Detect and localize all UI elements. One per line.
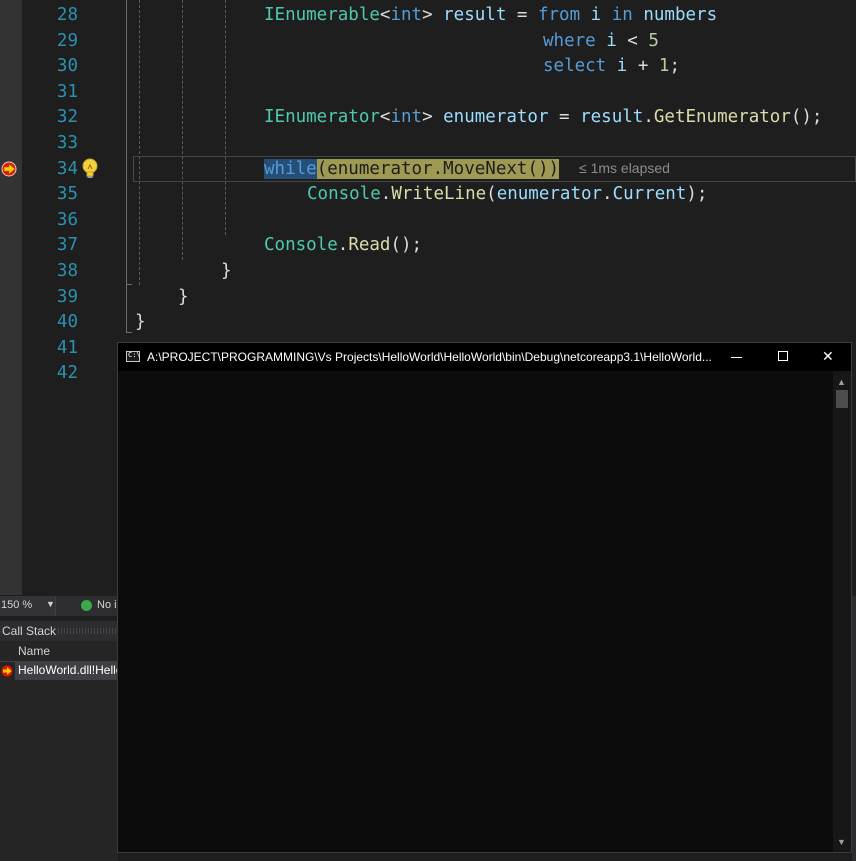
console-window[interactable]: C:\ A:\PROJECT\PROGRAMMING\Vs Projects\H… <box>117 342 852 853</box>
outline-bracket <box>126 284 132 285</box>
line-number: 32 <box>56 107 78 128</box>
line-number: 34 <box>56 158 78 179</box>
code-line-29[interactable]: where i < 5 <box>543 29 659 55</box>
frame-name: HelloWorld.dll!HelloWorld.Program.Main <box>18 663 118 677</box>
lightbulb-icon[interactable] <box>80 157 100 181</box>
indicator-margin[interactable] <box>0 0 22 595</box>
line-number: 39 <box>56 286 78 307</box>
line-number: 35 <box>56 184 78 205</box>
line-number: 30 <box>56 56 78 77</box>
panel-grip[interactable] <box>58 628 118 634</box>
maximize-button[interactable] <box>760 343 806 371</box>
indent-guide <box>139 0 140 285</box>
side-panel-edge <box>852 596 856 861</box>
line-number: 33 <box>56 133 78 153</box>
editor-status-bar: 150 % ▼ No i <box>0 596 118 616</box>
line-number: 38 <box>56 261 78 281</box>
outline-bracket <box>126 332 132 333</box>
line-number: 36 <box>56 209 78 230</box>
code-line-32[interactable]: IEnumerator<int> enumerator = result.Get… <box>264 105 822 131</box>
column-header[interactable]: Name <box>0 643 118 662</box>
current-statement[interactable]: (enumerator.MoveNext()) <box>316 158 560 179</box>
code-line-37[interactable]: Console.Read(); <box>264 233 422 259</box>
minimize-button[interactable] <box>714 343 760 371</box>
call-stack-header[interactable]: Call Stack <box>0 621 118 641</box>
call-stack-title: Call Stack <box>2 624 57 638</box>
console-app-icon: C:\ <box>126 351 141 362</box>
chevron-down-icon: ▼ <box>46 599 55 609</box>
zoom-dropdown[interactable]: 150 % ▼ <box>0 596 56 616</box>
console-titlebar[interactable]: C:\ A:\PROJECT\PROGRAMMING\Vs Projects\H… <box>118 343 851 371</box>
indent-guide <box>182 0 183 260</box>
console-scrollbar[interactable]: ▲ ▼ <box>833 371 851 852</box>
line-number: 28 <box>56 5 78 25</box>
issues-status[interactable]: No i <box>97 599 117 611</box>
line-number: 31 <box>56 81 78 102</box>
line-number: 37 <box>56 235 78 256</box>
line-number: 40 <box>56 312 78 333</box>
line-number: 41 <box>56 337 78 358</box>
indent-guide <box>225 0 226 235</box>
code-line-40[interactable]: } <box>135 310 146 336</box>
code-line-34[interactable]: while(enumerator.MoveNext()) <box>264 157 560 183</box>
code-line-28[interactable]: IEnumerable<int> result = from i in numb… <box>264 3 717 29</box>
current-frame-arrow-icon <box>1 665 13 677</box>
line-number: 29 <box>56 30 78 51</box>
line-number: 42 <box>56 363 78 384</box>
code-line-39[interactable]: } <box>178 285 189 311</box>
minimize-icon <box>731 357 742 358</box>
code-line-38[interactable]: } <box>221 259 232 285</box>
code-line-30[interactable]: select i + 1; <box>543 54 680 80</box>
close-button[interactable]: ✕ <box>806 343 852 371</box>
close-icon: ✕ <box>822 348 834 364</box>
scroll-down-icon[interactable]: ▼ <box>837 837 846 847</box>
breakpoint-arrow-icon[interactable] <box>1 161 17 177</box>
column-name[interactable]: Name <box>18 644 50 658</box>
maximize-icon <box>778 351 788 361</box>
scroll-up-icon[interactable]: ▲ <box>837 377 846 387</box>
console-title: A:\PROJECT\PROGRAMMING\Vs Projects\Hello… <box>147 350 712 364</box>
selected-keyword[interactable]: while <box>264 158 317 179</box>
scroll-thumb[interactable] <box>836 390 848 408</box>
code-line-35[interactable]: Console.WriteLine(enumerator.Current); <box>307 182 707 208</box>
perf-tip-elapsed[interactable]: ≤ 1ms elapsed <box>579 160 670 176</box>
call-stack-row[interactable]: HelloWorld.dll!HelloWorld.Program.Main <box>0 661 118 680</box>
check-circle-icon[interactable] <box>81 600 92 611</box>
zoom-value: 150 % <box>1 599 33 611</box>
